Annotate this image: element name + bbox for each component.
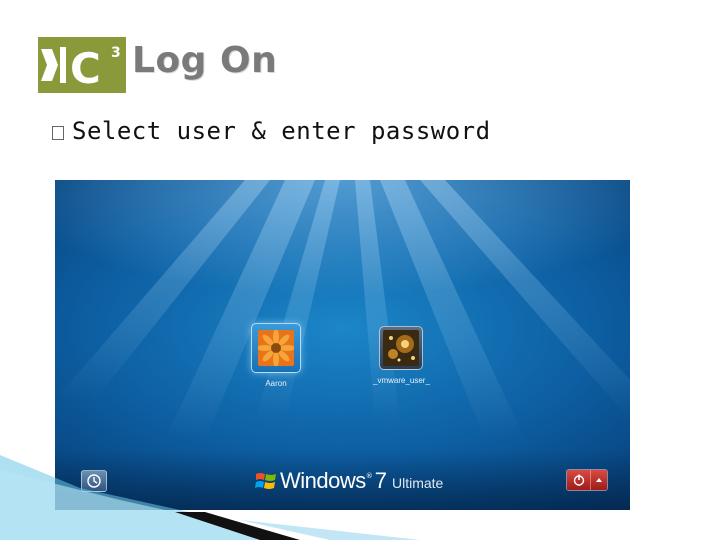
ease-of-access-icon	[87, 474, 101, 488]
windows-product-name: Windows	[280, 468, 366, 493]
windows-version: 7	[374, 468, 387, 493]
shutdown-controls	[566, 469, 608, 491]
fireworks-picture	[383, 330, 420, 366]
flower-picture	[258, 330, 294, 366]
username-label: Aaron	[265, 379, 287, 388]
logo-text: C	[70, 44, 101, 93]
windows-edition: Ultimate	[392, 474, 444, 491]
ease-of-access-button[interactable]	[81, 470, 107, 492]
shutdown-button[interactable]	[567, 470, 591, 490]
user-tile-vmware-user[interactable]: _vmware_user_	[373, 326, 430, 385]
shutdown-options-button[interactable]	[590, 470, 607, 490]
user-picture-frame	[251, 323, 301, 373]
bullet-text: Select user & enter password	[72, 117, 491, 145]
bullet-item: Select user & enter password	[52, 117, 491, 145]
username-label: _vmware_user_	[373, 376, 430, 385]
arrow-up-icon	[596, 478, 603, 482]
slide-title: Log On	[132, 40, 278, 81]
power-icon	[573, 474, 584, 486]
bullet-icon	[52, 126, 64, 140]
windows-logon-screen: Aaron _vmware_user_ Windows ® 7 Ultimate	[55, 180, 630, 510]
user-picture-frame	[379, 326, 424, 370]
windows-branding: Windows ® 7 Ultimate	[255, 468, 443, 494]
windows-flag-icon	[255, 473, 276, 489]
trademark-symbol: ®	[365, 472, 373, 480]
user-tile-aaron[interactable]: Aaron	[251, 323, 301, 388]
logo-superscript: 3	[111, 45, 121, 61]
ic3-logo: C 3	[38, 37, 126, 93]
